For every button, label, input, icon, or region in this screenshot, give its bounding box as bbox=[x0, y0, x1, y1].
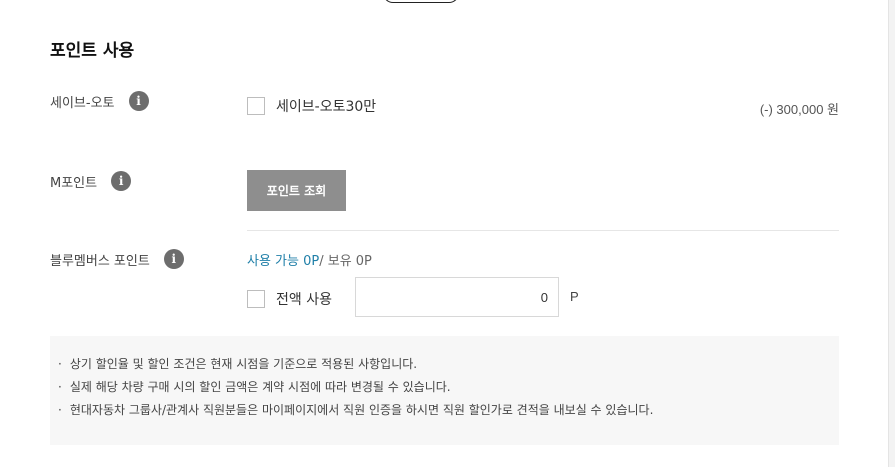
blue-members-row-label: 블루멤버스 포인트 i bbox=[50, 249, 184, 269]
divider bbox=[247, 230, 839, 231]
checkbox-box[interactable] bbox=[247, 97, 265, 115]
m-point-row-label: M포인트 i bbox=[50, 171, 132, 191]
notice-item: 실제 해당 차량 구매 시의 할인 금액은 계약 시점에 따라 변경될 수 있습… bbox=[58, 376, 839, 399]
notice-box: 상기 할인율 및 할인 조건은 현재 시점을 기준으로 적용된 사항입니다. 실… bbox=[50, 336, 839, 445]
point-amount-input[interactable] bbox=[355, 277, 559, 317]
point-unit: P bbox=[570, 289, 579, 304]
notice-item: 상기 할인율 및 할인 조건은 현재 시점을 기준으로 적용된 사항입니다. bbox=[58, 353, 839, 376]
use-all-label: 전액 사용 bbox=[276, 292, 332, 308]
save-auto-amount: (-) 300,000 원 bbox=[759, 102, 839, 117]
m-point-label: M포인트 bbox=[50, 175, 98, 191]
checkbox-box[interactable] bbox=[247, 290, 265, 308]
save-auto-label: 세이브-오토 bbox=[50, 95, 115, 111]
use-all-checkbox[interactable]: 전액 사용 bbox=[247, 289, 332, 309]
blue-members-label: 블루멤버스 포인트 bbox=[50, 253, 150, 269]
held-points: / 보유 0P bbox=[319, 254, 372, 269]
point-lookup-button[interactable]: 포인트 조회 bbox=[247, 170, 346, 211]
section-title: 포인트 사용 bbox=[50, 41, 135, 61]
save-auto-row-label: 세이브-오토 i bbox=[50, 91, 149, 111]
info-icon[interactable]: i bbox=[111, 171, 132, 191]
top-tab-handle[interactable] bbox=[383, 0, 459, 3]
blue-members-balance: 사용 가능 0P/ 보유 0P bbox=[247, 250, 372, 269]
save-auto-checkbox[interactable]: 세이브-오토30만 bbox=[247, 96, 376, 116]
info-icon[interactable]: i bbox=[128, 91, 149, 111]
save-auto-checkbox-label: 세이브-오토30만 bbox=[276, 99, 377, 115]
scrollbar-track[interactable] bbox=[888, 0, 895, 467]
available-points: 사용 가능 0P bbox=[247, 254, 320, 269]
notice-item: 현대자동차 그룹사/관계사 직원분들은 마이페이지에서 직원 인증을 하시면 직… bbox=[58, 399, 839, 422]
info-icon[interactable]: i bbox=[163, 249, 184, 269]
